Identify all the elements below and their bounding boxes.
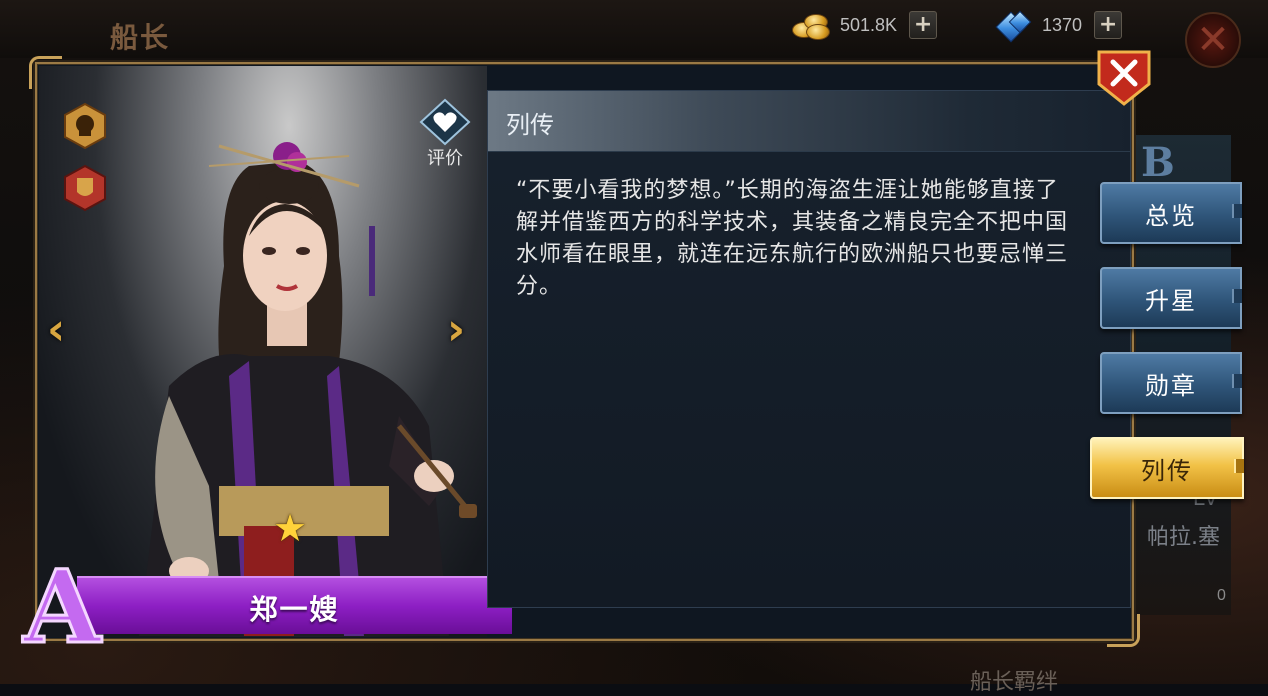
captain-detail-modal: ‹ › 评价 ★ 郑一嫂 A 列传 “不要小看我的梦想。”长期的海盗生涯让她能够… bbox=[21, 50, 1151, 668]
corner-ornament bbox=[1107, 614, 1140, 647]
tier-letter: B bbox=[1141, 139, 1175, 186]
add-gems-button[interactable]: + bbox=[1094, 11, 1123, 39]
gem-resource: 1370 + bbox=[995, 10, 1123, 43]
gem-amount: 1370 bbox=[1042, 14, 1083, 35]
gold-resource: 501.8K + bbox=[790, 10, 938, 40]
panel-title: 列传 bbox=[506, 111, 554, 139]
next-captain-button[interactable]: › bbox=[447, 304, 465, 355]
page-title: 船长 bbox=[110, 21, 171, 54]
rank-letter: A bbox=[22, 548, 102, 654]
close-button[interactable] bbox=[1095, 50, 1153, 106]
captain-count: 0 bbox=[1217, 587, 1226, 604]
tab-overview[interactable]: 总览 bbox=[1100, 182, 1242, 244]
biography-text: “不要小看我的梦想。”长期的海盗生涯让她能够直接了解并借鉴西方的科学技术，其装备… bbox=[516, 178, 1069, 299]
rate-label: 评价 bbox=[427, 148, 463, 169]
gold-amount: 501.8K bbox=[840, 14, 898, 35]
character-name-banner: 郑一嫂 bbox=[77, 576, 512, 634]
skull-emblem-icon[interactable] bbox=[63, 102, 107, 150]
star-icon: ★ bbox=[273, 506, 308, 550]
rank-badge: A bbox=[7, 544, 117, 668]
tab-medals[interactable]: 勋章 bbox=[1100, 352, 1242, 414]
panel-header: 列传 bbox=[488, 91, 1130, 152]
background-close-icon: ✕ bbox=[1185, 12, 1241, 68]
character-name: 郑一嫂 bbox=[249, 593, 340, 626]
diamond-icon bbox=[995, 10, 1032, 43]
tab-biography[interactable]: 列传 bbox=[1090, 437, 1244, 499]
previous-captain-button[interactable]: ‹ bbox=[47, 304, 65, 355]
character-illustration bbox=[139, 142, 477, 636]
biography-panel: 列传 “不要小看我的梦想。”长期的海盗生涯让她能够直接了解并借鉴西方的科学技术，… bbox=[487, 90, 1131, 608]
captain-name: 帕拉.塞 bbox=[1147, 525, 1220, 550]
shield-emblem-icon[interactable] bbox=[63, 164, 107, 212]
top-bar: 船长 501.8K + 1370 + ✕ bbox=[0, 0, 1268, 68]
add-gold-button[interactable]: + bbox=[909, 11, 938, 39]
tab-star-up[interactable]: 升星 bbox=[1100, 267, 1242, 329]
close-icon bbox=[1097, 50, 1151, 106]
bond-label: 船长羁绊 bbox=[970, 670, 1059, 695]
rate-button[interactable]: 评价 bbox=[417, 98, 473, 172]
gold-coins-icon bbox=[790, 10, 830, 40]
heart-icon bbox=[419, 98, 471, 146]
